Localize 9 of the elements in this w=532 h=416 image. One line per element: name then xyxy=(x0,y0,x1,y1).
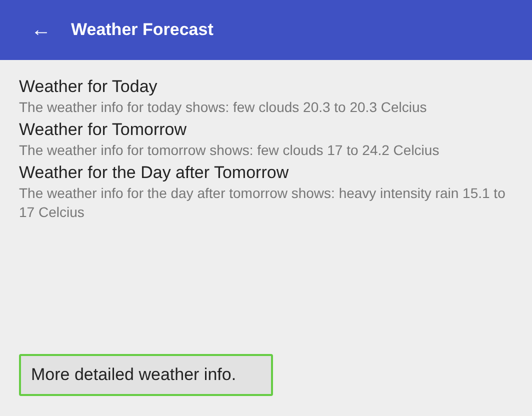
forecast-title: Weather for Today xyxy=(19,76,158,98)
forecast-title: Weather for the Day after Tomorrow xyxy=(19,162,289,184)
forecast-description: The weather info for tomorrow shows: few clouds 17 to 24.2 Celcius xyxy=(19,141,440,160)
forecast-description: The weather info for today shows: few clouds 20.3 to 20.3 Celcius xyxy=(19,98,427,117)
window-title: Weather Forecast xyxy=(71,20,214,40)
detail-button[interactable]: More detailed weather info. xyxy=(19,354,273,396)
back-icon[interactable]: ← xyxy=(31,20,51,40)
forecast-title: Weather for Tomorrow xyxy=(19,119,187,141)
forecast-description: The weather info for the day after tomorrow shows: heavy intensity rain 15.1 to 17 Celcius xyxy=(19,184,506,222)
